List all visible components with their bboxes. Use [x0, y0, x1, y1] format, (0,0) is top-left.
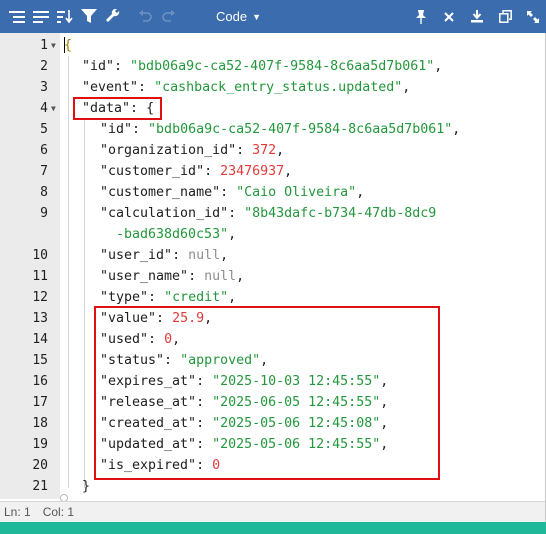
code-line: 9 "calculation_id": "8b43dafc-b734-47db-… — [0, 203, 545, 224]
code-text: "organization_id": 372, — [100, 143, 285, 158]
close-icon[interactable] — [440, 8, 458, 26]
line-number: 17 — [32, 395, 48, 410]
toolbar-right-group — [402, 8, 546, 26]
format-icon[interactable] — [8, 8, 26, 26]
cursor-line: Ln: 1 — [4, 505, 31, 519]
text-cursor — [64, 37, 65, 53]
code-text: "user_name": null, — [100, 269, 245, 284]
line-number: 9 — [40, 206, 48, 221]
code-text: -bad638d60c53", — [116, 227, 237, 242]
json-editor-window: Code ▼ 1 ▼ {2 "id": "bdb06a9c-ca52-407f… — [0, 0, 546, 522]
code-text: "calculation_id": "8b43dafc-b734-47db-8d… — [100, 206, 437, 221]
download-icon[interactable] — [468, 8, 486, 26]
highlight-box-data-key — [73, 97, 162, 120]
line-number: 12 — [32, 290, 48, 305]
copy-icon[interactable] — [496, 8, 514, 26]
sort-icon[interactable] — [56, 8, 74, 26]
code-line: 8 "customer_name": "Caio Oliveira", — [0, 182, 545, 203]
expand-icon[interactable] — [524, 8, 542, 26]
code-text: "customer_id": 23476937, — [100, 164, 293, 179]
pin-icon[interactable] — [412, 8, 430, 26]
code-editor[interactable]: 1 ▼ { 2 "id": "bdb06a9c-ca52-407f-9584-8… — [0, 33, 545, 499]
code-text: "id": "bdb06a9c-ca52-407f-9584-8c6aa5d7b… — [100, 122, 461, 137]
code-line: 6 "organization_id": 372, — [0, 140, 545, 161]
highlight-box-fields — [94, 306, 440, 480]
line-number: 13 — [32, 311, 48, 326]
line-number: 19 — [32, 437, 48, 452]
line-number: 3 — [40, 80, 48, 95]
line-number: 8 — [40, 185, 48, 200]
code-text: "id": "bdb06a9c-ca52-407f-9584-8c6aa5d7b… — [82, 59, 443, 74]
code-text: } — [82, 479, 91, 494]
line-number: 21 — [32, 479, 48, 494]
code-text: "user_id": null, — [100, 248, 229, 263]
code-text: "type": "credit", — [100, 290, 237, 305]
line-number: 10 — [32, 248, 48, 263]
line-number: 2 — [40, 59, 48, 74]
undo-icon[interactable] — [136, 8, 154, 26]
code-line: 7 "customer_id": 23476937, — [0, 161, 545, 182]
fold-toggle-icon[interactable]: ▼ — [51, 41, 56, 50]
editor-toolbar: Code ▼ — [0, 0, 546, 33]
line-number: 18 — [32, 416, 48, 431]
line-number: 14 — [32, 332, 48, 347]
code-text: { — [64, 38, 73, 53]
cursor-column: Col: 1 — [42, 505, 75, 519]
line-number: 6 — [40, 143, 48, 158]
line-number: 7 — [40, 164, 48, 179]
mode-label: Code — [216, 9, 248, 24]
code-line: 12 "type": "credit", — [0, 287, 545, 308]
chevron-down-icon: ▼ — [252, 11, 261, 22]
line-number: 16 — [32, 374, 48, 389]
code-text: "event": "cashback_entry_status.updated"… — [82, 80, 411, 95]
code-line: 5 "id": "bdb06a9c-ca52-407f-9584-8c6aa5d… — [0, 119, 545, 140]
code-line: 1 ▼ { — [0, 35, 545, 56]
mode-dropdown[interactable]: Code ▼ — [216, 9, 261, 24]
line-number: 5 — [40, 122, 48, 137]
line-number: 20 — [32, 458, 48, 473]
line-number: 11 — [32, 269, 48, 284]
repair-icon[interactable] — [104, 8, 122, 26]
fold-toggle-icon[interactable]: ▼ — [51, 104, 56, 113]
line-number: 1 — [40, 38, 48, 53]
filter-icon[interactable] — [80, 8, 98, 26]
code-line: 11 "user_name": null, — [0, 266, 545, 287]
code-line-wrap: -bad638d60c53", — [0, 224, 545, 245]
line-number: 4 — [40, 101, 48, 116]
code-line: 2 "id": "bdb06a9c-ca52-407f-9584-8c6aa5d… — [0, 56, 545, 77]
status-bar: Ln: 1 Col: 1 — [0, 501, 545, 522]
redo-icon[interactable] — [160, 8, 178, 26]
code-line: 10 "user_id": null, — [0, 245, 545, 266]
code-text: "customer_name": "Caio Oliveira", — [100, 185, 365, 200]
compact-icon[interactable] — [32, 8, 50, 26]
line-number: 15 — [32, 353, 48, 368]
code-line: 3 "event": "cashback_entry_status.update… — [0, 77, 545, 98]
